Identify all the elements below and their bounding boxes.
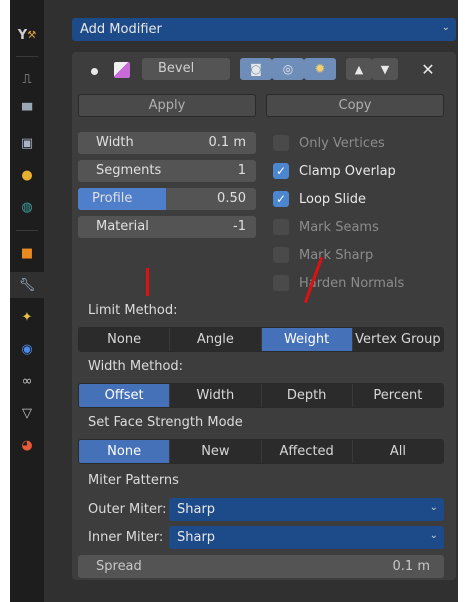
limit-method-vertex-group[interactable]: Vertex Group — [352, 328, 443, 351]
remove-modifier-button[interactable]: ✕ — [414, 58, 442, 80]
spread-field[interactable]: Spread 0.1 m — [78, 555, 444, 578]
checkmark-icon: ✓ — [273, 163, 289, 179]
physics-icon[interactable]: ◉ — [10, 336, 44, 362]
only-vertices-checkbox[interactable]: Only Vertices — [273, 133, 385, 153]
world-icon[interactable]: ◍ — [10, 194, 44, 220]
modifier-name: Bevel — [158, 61, 195, 76]
clamp-overlap-checkbox[interactable]: ✓ Clamp Overlap — [273, 161, 396, 181]
width-field[interactable]: Width 0.1 m — [78, 132, 256, 154]
inner-miter-dropdown[interactable]: Sharp ⌄ — [169, 526, 444, 549]
triangle-down-icon: ▼ — [380, 62, 390, 76]
modifier-icon[interactable]: 🔧︎ — [10, 272, 44, 298]
checkmark-icon: ✓ — [273, 191, 289, 207]
limit-method-label: Limit Method: — [88, 303, 178, 318]
red-annotation-mark — [146, 268, 149, 296]
limit-method-weight[interactable]: Weight — [261, 328, 353, 351]
render-toggle[interactable]: ✹ — [304, 58, 336, 80]
apply-button[interactable]: Apply — [78, 94, 256, 117]
width-method-label: Width Method: — [88, 359, 184, 374]
outer-miter-dropdown[interactable]: Sharp ⌄ — [169, 498, 444, 521]
triangle-up-icon: ▲ — [354, 62, 364, 76]
render-icon[interactable]: ▀ — [10, 98, 44, 124]
chevron-down-icon: ⌄ — [441, 22, 450, 33]
object-data-icon[interactable]: ▽ — [10, 400, 44, 426]
add-modifier-dropdown[interactable]: Add Modifier ⌄ — [72, 18, 456, 41]
chevron-down-icon: ⌄ — [429, 502, 438, 513]
mark-seams-checkbox[interactable]: Mark Seams — [273, 217, 379, 237]
face-strength-new[interactable]: New — [170, 440, 262, 463]
modifier-name-field[interactable]: Bevel — [142, 58, 230, 80]
tool-icon[interactable]: Y ⚒ — [10, 22, 44, 48]
outer-miter-label: Outer Miter: — [88, 502, 167, 517]
scene-icon[interactable]: ⎍ — [10, 66, 44, 92]
render-camera-icon: ✹ — [314, 61, 326, 77]
copy-button[interactable]: Copy — [266, 94, 444, 117]
add-modifier-label: Add Modifier — [80, 22, 162, 37]
material-icon[interactable]: ◕ — [10, 432, 44, 458]
face-strength-affected[interactable]: Affected — [261, 440, 353, 463]
particles-icon[interactable]: ✦ — [10, 304, 44, 330]
width-method-selector: Offset Width Depth Percent — [78, 383, 444, 408]
limit-method-selector: None Angle Weight Vertex Group — [78, 327, 444, 352]
move-down-button[interactable]: ▼ — [372, 58, 398, 80]
width-method-offset[interactable]: Offset — [79, 384, 171, 407]
face-strength-all[interactable]: All — [352, 440, 443, 463]
modifier-collapse-toggle[interactable] — [86, 63, 102, 79]
object-icon[interactable]: ■ — [10, 240, 44, 266]
width-method-depth[interactable]: Depth — [261, 384, 353, 407]
chevron-down-icon: ⌄ — [429, 530, 438, 541]
output-icon[interactable]: ▣ — [10, 130, 44, 156]
dot-icon — [90, 67, 98, 75]
harden-normals-checkbox[interactable]: Harden Normals — [273, 273, 404, 293]
face-strength-none[interactable]: None — [79, 440, 171, 463]
material-field[interactable]: Material -1 — [78, 216, 256, 238]
profile-field[interactable]: Profile 0.50 — [78, 188, 256, 210]
eye-icon: ◎ — [282, 62, 294, 76]
editmode-toggle[interactable]: ◙ — [240, 58, 272, 80]
move-up-button[interactable]: ▲ — [346, 58, 372, 80]
limit-method-angle[interactable]: Angle — [170, 328, 262, 351]
inner-miter-label: Inner Miter: — [88, 530, 164, 545]
limit-method-none[interactable]: None — [79, 328, 171, 351]
width-method-percent[interactable]: Percent — [352, 384, 443, 407]
width-method-width[interactable]: Width — [170, 384, 262, 407]
bevel-type-icon — [114, 62, 130, 78]
face-strength-label: Set Face Strength Mode — [88, 415, 243, 430]
camera-icon: ◙ — [250, 62, 262, 76]
constraints-icon[interactable]: ∞ — [10, 368, 44, 394]
face-strength-selector: None New Affected All — [78, 439, 444, 464]
realtime-toggle[interactable]: ◎ — [272, 58, 304, 80]
properties-tab-bar: Y ⚒ ⎍ ▀ ▣ ● ◍ ■ 🔧︎ ✦ ◉ ∞ ▽ ◕ — [10, 0, 44, 602]
segments-field[interactable]: Segments 1 — [78, 160, 256, 182]
view-layer-icon[interactable]: ● — [10, 162, 44, 188]
mark-sharp-checkbox[interactable]: Mark Sharp — [273, 245, 373, 265]
miter-patterns-title: Miter Patterns — [88, 473, 179, 488]
close-icon: ✕ — [421, 59, 435, 79]
loop-slide-checkbox[interactable]: ✓ Loop Slide — [273, 189, 366, 209]
